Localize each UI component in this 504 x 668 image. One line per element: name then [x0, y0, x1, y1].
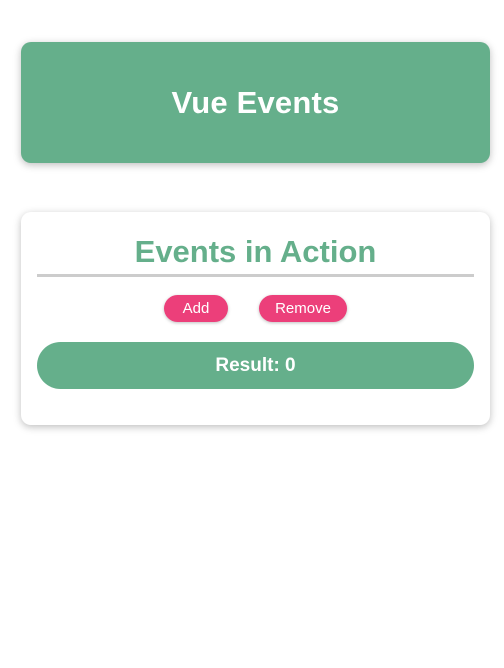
app-title: Vue Events [171, 84, 340, 120]
add-button[interactable]: Add [164, 295, 228, 322]
remove-button[interactable]: Remove [259, 295, 347, 322]
result-display: Result: 0 [37, 342, 474, 389]
divider [37, 274, 474, 277]
app-header: Vue Events [21, 42, 490, 163]
card-title: Events in Action [134, 234, 377, 269]
events-card: Events in Action Add Remove Result: 0 [21, 212, 490, 425]
